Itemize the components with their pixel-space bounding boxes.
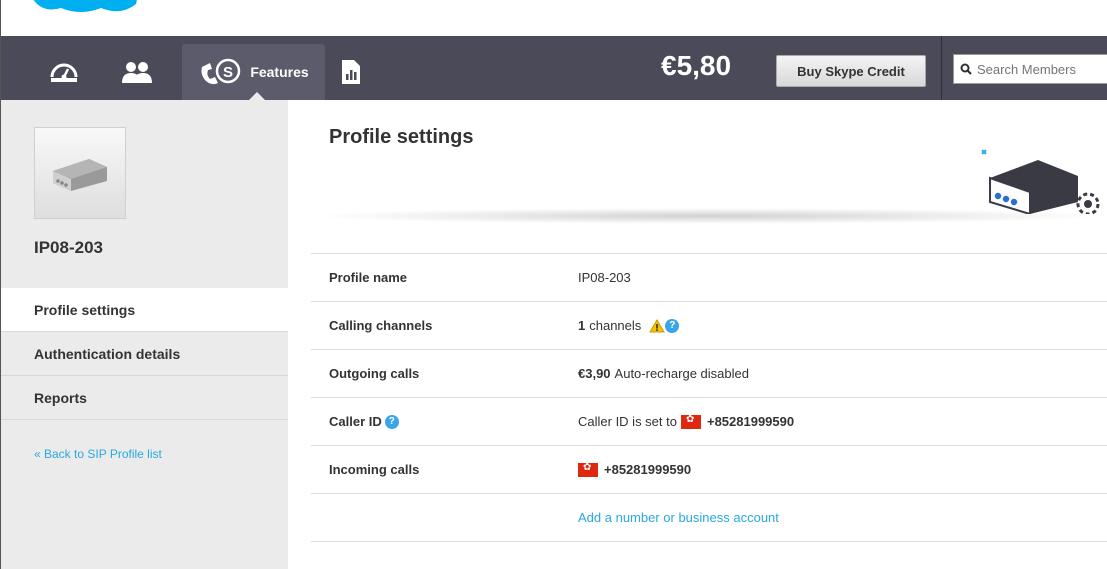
warning-icon[interactable]	[649, 318, 666, 333]
incoming-calls-value: +85281999590	[578, 462, 695, 477]
back-to-list-link[interactable]: « Back to SIP Profile list	[34, 447, 162, 461]
contacts-icon	[122, 62, 152, 83]
add-number-link[interactable]: Add a number or business account	[311, 510, 779, 525]
sidebar-item-profile-settings[interactable]: Profile settings	[1, 288, 288, 332]
sip-device-icon	[53, 159, 107, 191]
incoming-calls-label: Incoming calls	[329, 462, 420, 477]
search-box[interactable]	[953, 54, 1107, 84]
table-row: Add a number or business account	[311, 494, 1107, 542]
channels-count: 1	[578, 318, 586, 333]
incoming-number: +85281999590	[604, 462, 692, 477]
top-strip	[1, 0, 1107, 36]
table-row: Profile name IP08-203	[311, 254, 1107, 302]
hero-divider-shadow	[308, 208, 1107, 224]
table-row: Incoming calls +85281999590	[311, 446, 1107, 494]
channels-unit: channels	[589, 318, 642, 333]
table-row: Calling channels 1 channels ?	[311, 302, 1107, 350]
calling-channels-value: 1 channels ?	[578, 318, 680, 333]
page-title: Profile settings	[329, 126, 474, 148]
caller-id-label: Caller ID	[329, 414, 382, 429]
device-thumbnail	[34, 127, 126, 219]
help-icon[interactable]: ?	[665, 318, 680, 333]
profile-name-label: Profile name	[329, 270, 408, 285]
outgoing-calls-label: Outgoing calls	[329, 366, 420, 381]
buy-credit-button[interactable]: Buy Skype Credit	[776, 55, 926, 87]
skype-logo	[33, 0, 137, 12]
sidebar: IP08-203 Profile settings Authentication…	[1, 100, 288, 569]
calling-channels-label: Calling channels	[329, 318, 433, 333]
outgoing-credit-amount: €3,90	[578, 366, 611, 381]
document-chart-icon	[342, 60, 360, 84]
dashboard-nav-button[interactable]	[39, 44, 89, 100]
svg-text:S: S	[223, 64, 233, 81]
help-icon[interactable]: ?	[384, 414, 399, 429]
search-input[interactable]	[977, 61, 1107, 77]
auto-recharge-status: Auto-recharge disabled	[614, 366, 749, 381]
profile-table: Profile name IP08-203 Calling channels 1…	[311, 253, 1107, 542]
table-row: Caller ID ? Caller ID is set to +8528199…	[311, 398, 1107, 446]
hong-kong-flag-icon	[578, 462, 598, 477]
main-content: Profile settings Profile name IP08-203 C…	[288, 100, 1107, 569]
sip-device-hero-icon	[981, 149, 1100, 214]
hong-kong-flag-icon	[680, 414, 701, 429]
search-icon	[960, 63, 972, 75]
reports-nav-button[interactable]	[331, 44, 371, 100]
page: S Features €5,80 Buy Skype Credit Search…	[0, 0, 1107, 569]
nav-divider	[941, 36, 942, 100]
profile-name-value: IP08-203	[578, 270, 631, 285]
dashboard-icon	[50, 63, 78, 82]
caller-id-label-cell: Caller ID ?	[311, 414, 578, 429]
caller-id-prefix: Caller ID is set to	[578, 414, 677, 429]
features-icon: S	[201, 58, 241, 85]
table-row: Outgoing calls €3,90 Auto-recharge disab…	[311, 350, 1107, 398]
sidebar-menu: Profile settings Authentication details …	[1, 288, 288, 420]
active-tab-pointer	[249, 92, 265, 100]
sidebar-item-reports[interactable]: Reports	[1, 376, 288, 420]
caller-id-value: Caller ID is set to +85281999590	[578, 414, 798, 430]
caller-id-number: +85281999590	[706, 414, 795, 429]
device-name: IP08-203	[34, 238, 103, 257]
contacts-nav-button[interactable]	[111, 44, 163, 100]
sidebar-item-authentication-details[interactable]: Authentication details	[1, 332, 288, 376]
features-label: Features	[250, 64, 309, 80]
outgoing-calls-value: €3,90 Auto-recharge disabled	[578, 366, 749, 381]
credit-balance: €5,80	[661, 50, 732, 81]
